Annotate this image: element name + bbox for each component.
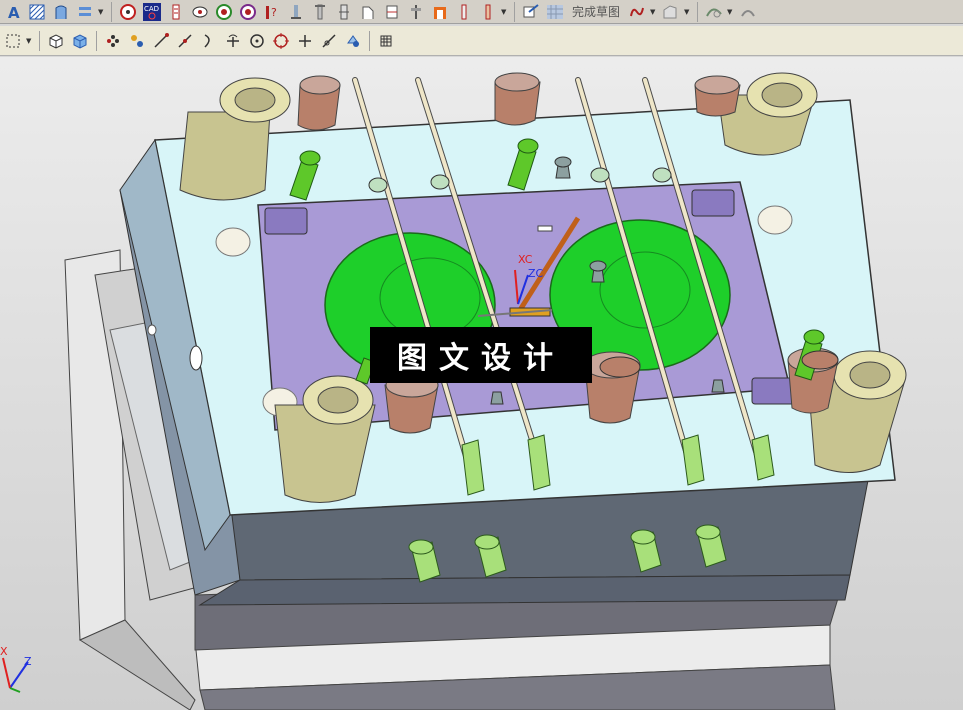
line-icon[interactable] [150,31,172,51]
watermark-text: 图文设计 [397,341,565,376]
sketch-icon[interactable] [520,2,542,22]
dropdown-arrow-icon[interactable]: ▼ [98,8,106,16]
finish-sketch-label[interactable]: 完成草图 [568,3,624,20]
svg-text:?: ? [271,6,277,19]
dropdown-arrow-icon[interactable]: ▼ [650,8,658,16]
separator [697,1,699,22]
finish-sketch-icon[interactable] [544,2,566,22]
axis-x-label: X [0,645,8,658]
dropdown-arrow-icon[interactable]: ▼ [684,8,692,16]
tangent-icon[interactable] [318,31,340,51]
slide-icon[interactable] [381,2,403,22]
lift-icon[interactable] [357,2,379,22]
cube-view-icon[interactable] [45,31,67,51]
cooling-icon[interactable] [213,2,235,22]
gate-icon[interactable] [165,2,187,22]
arc-icon[interactable] [198,31,220,51]
point-icon[interactable] [294,31,316,51]
separator [111,1,112,22]
curve-icon[interactable] [737,2,759,22]
dropdown-arrow-icon[interactable]: ▼ [727,8,735,16]
target-icon[interactable] [237,2,259,22]
cutter-icon[interactable] [477,2,499,22]
separator [39,30,40,51]
dropdown-arrow-icon[interactable]: ▼ [26,37,34,45]
mold-assembly-model [2,72,907,710]
pin-icon[interactable] [285,2,307,22]
grid-icon[interactable] [375,31,397,51]
feature-icon[interactable] [342,31,364,51]
separator [514,1,515,22]
intersection-icon[interactable] [222,31,244,51]
eject-icon[interactable] [189,2,211,22]
svg-text:A: A [8,4,20,20]
separator [369,30,370,51]
text-icon[interactable]: A [2,2,24,22]
main-toolbar: A ▼ CAD ? ▼ 完成草图 ▼ ▼ ▼ [0,0,963,24]
line2-icon[interactable] [174,31,196,51]
shape-icon[interactable] [660,2,682,22]
hatch-icon[interactable] [26,2,48,22]
axis-z-label: Z [24,655,32,668]
triad-zc-label: ZC [528,267,544,280]
pipe-icon[interactable] [453,2,475,22]
shaded-cube-icon[interactable] [69,31,91,51]
pin2-icon[interactable] [309,2,331,22]
snap-points-icon[interactable] [102,31,124,51]
circle-target-icon[interactable] [117,2,139,22]
center-icon[interactable] [246,31,268,51]
snap-mid-icon[interactable] [126,31,148,51]
undo-curve-icon[interactable] [626,2,648,22]
pillar-icon[interactable] [429,2,451,22]
quadrant-icon[interactable] [270,31,292,51]
graphics-viewport[interactable]: XC ZC X Z 图文设计 [0,57,963,710]
triad-xc-label: XC [518,253,533,266]
selection-toolbar: ▼ [0,26,963,56]
help-pin-icon[interactable]: ? [261,2,283,22]
watermark-banner: 图文设计 [370,327,592,383]
cad-icon[interactable]: CAD [141,2,163,22]
table-icon[interactable] [50,2,72,22]
analysis-icon[interactable] [703,2,725,22]
support-icon[interactable] [333,2,355,22]
punch-icon[interactable] [405,2,427,22]
list-icon[interactable] [74,2,96,22]
separator [96,30,97,51]
dropdown-arrow-icon[interactable]: ▼ [501,8,509,16]
select-box-icon[interactable] [2,31,24,51]
svg-text:CAD: CAD [144,5,159,13]
